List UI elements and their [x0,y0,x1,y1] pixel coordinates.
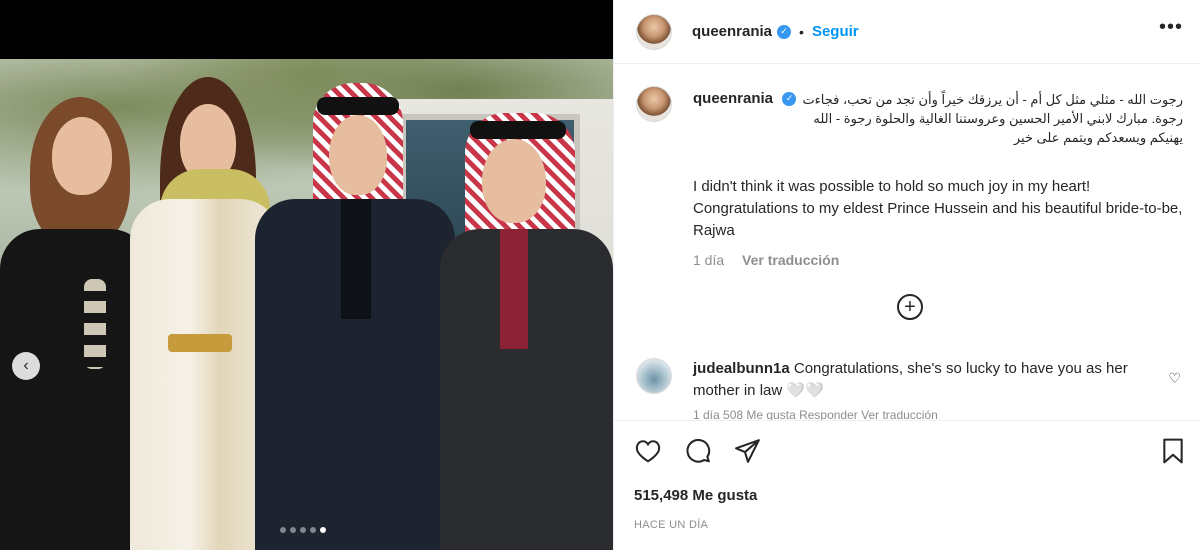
carousel-dot[interactable] [310,527,316,533]
post-viewer: ‹ queenrania ✓ • Seguir ••• queenrania ✓… [0,0,1200,550]
follow-button[interactable]: Seguir [812,23,859,40]
carousel-dot[interactable] [280,527,286,533]
comment-avatar[interactable] [636,358,672,394]
comments-scroll-area[interactable]: queenrania ✓ رجوت الله - مثلي مثل كل أم … [614,64,1200,420]
post-side-panel: queenrania ✓ • Seguir ••• queenrania ✓ ر… [613,0,1200,550]
chevron-left-icon: ‹ [23,357,29,374]
separator-dot: • [799,23,804,40]
caption-time: 1 día [693,252,725,268]
more-options-icon[interactable]: ••• [1159,17,1183,37]
carousel-indicator [280,527,326,533]
see-translation-link[interactable]: Ver traducción [742,252,839,268]
carousel-dot[interactable] [320,527,326,533]
post-date: HACE UN DÍA [634,519,709,531]
verified-badge-icon: ✓ [777,24,792,39]
load-more-comments-icon[interactable]: + [897,294,923,320]
post-username[interactable]: queenrania [692,23,772,40]
post-actions: 515,498 Me gusta HACE UN DÍA [614,420,1200,550]
person-4 [440,59,613,550]
person-3 [255,59,455,550]
carousel-dot[interactable] [300,527,306,533]
caption-avatar[interactable] [636,86,672,122]
caption-english-text: I didn't think it was possible to hold s… [693,178,1183,239]
carousel-prev-button[interactable]: ‹ [12,352,40,380]
comment-meta: 1 día 508 Me gusta Responder Ver traducc… [693,408,938,420]
share-paper-plane-icon[interactable] [734,437,762,465]
comment-bubble-icon[interactable] [684,437,712,465]
caption-username[interactable]: queenrania [693,90,773,107]
caption-body: queenrania ✓ رجوت الله - مثلي مثل كل أم … [693,90,1183,268]
action-row [634,437,762,465]
post-header: queenrania ✓ • Seguir ••• [614,0,1200,64]
comment-body: judealbunn1a Congratulations, she's so l… [693,358,1163,402]
caption-arabic-text: رجوت الله - مثلي مثل كل أم - أن يرزقك خي… [802,92,1183,145]
caption-meta: 1 día Ver traducción [693,252,1183,268]
likes-count[interactable]: 515,498 Me gusta [634,487,757,504]
bookmark-icon[interactable] [1159,437,1187,465]
avatar[interactable] [636,13,672,50]
post-photo[interactable]: ‹ [0,59,613,550]
comment-like-heart-icon[interactable]: ♡ [1168,370,1181,387]
comment-username[interactable]: judealbunn1a [693,360,790,377]
media-pane: ‹ [0,0,613,550]
like-heart-icon[interactable] [634,437,662,465]
carousel-dot[interactable] [290,527,296,533]
